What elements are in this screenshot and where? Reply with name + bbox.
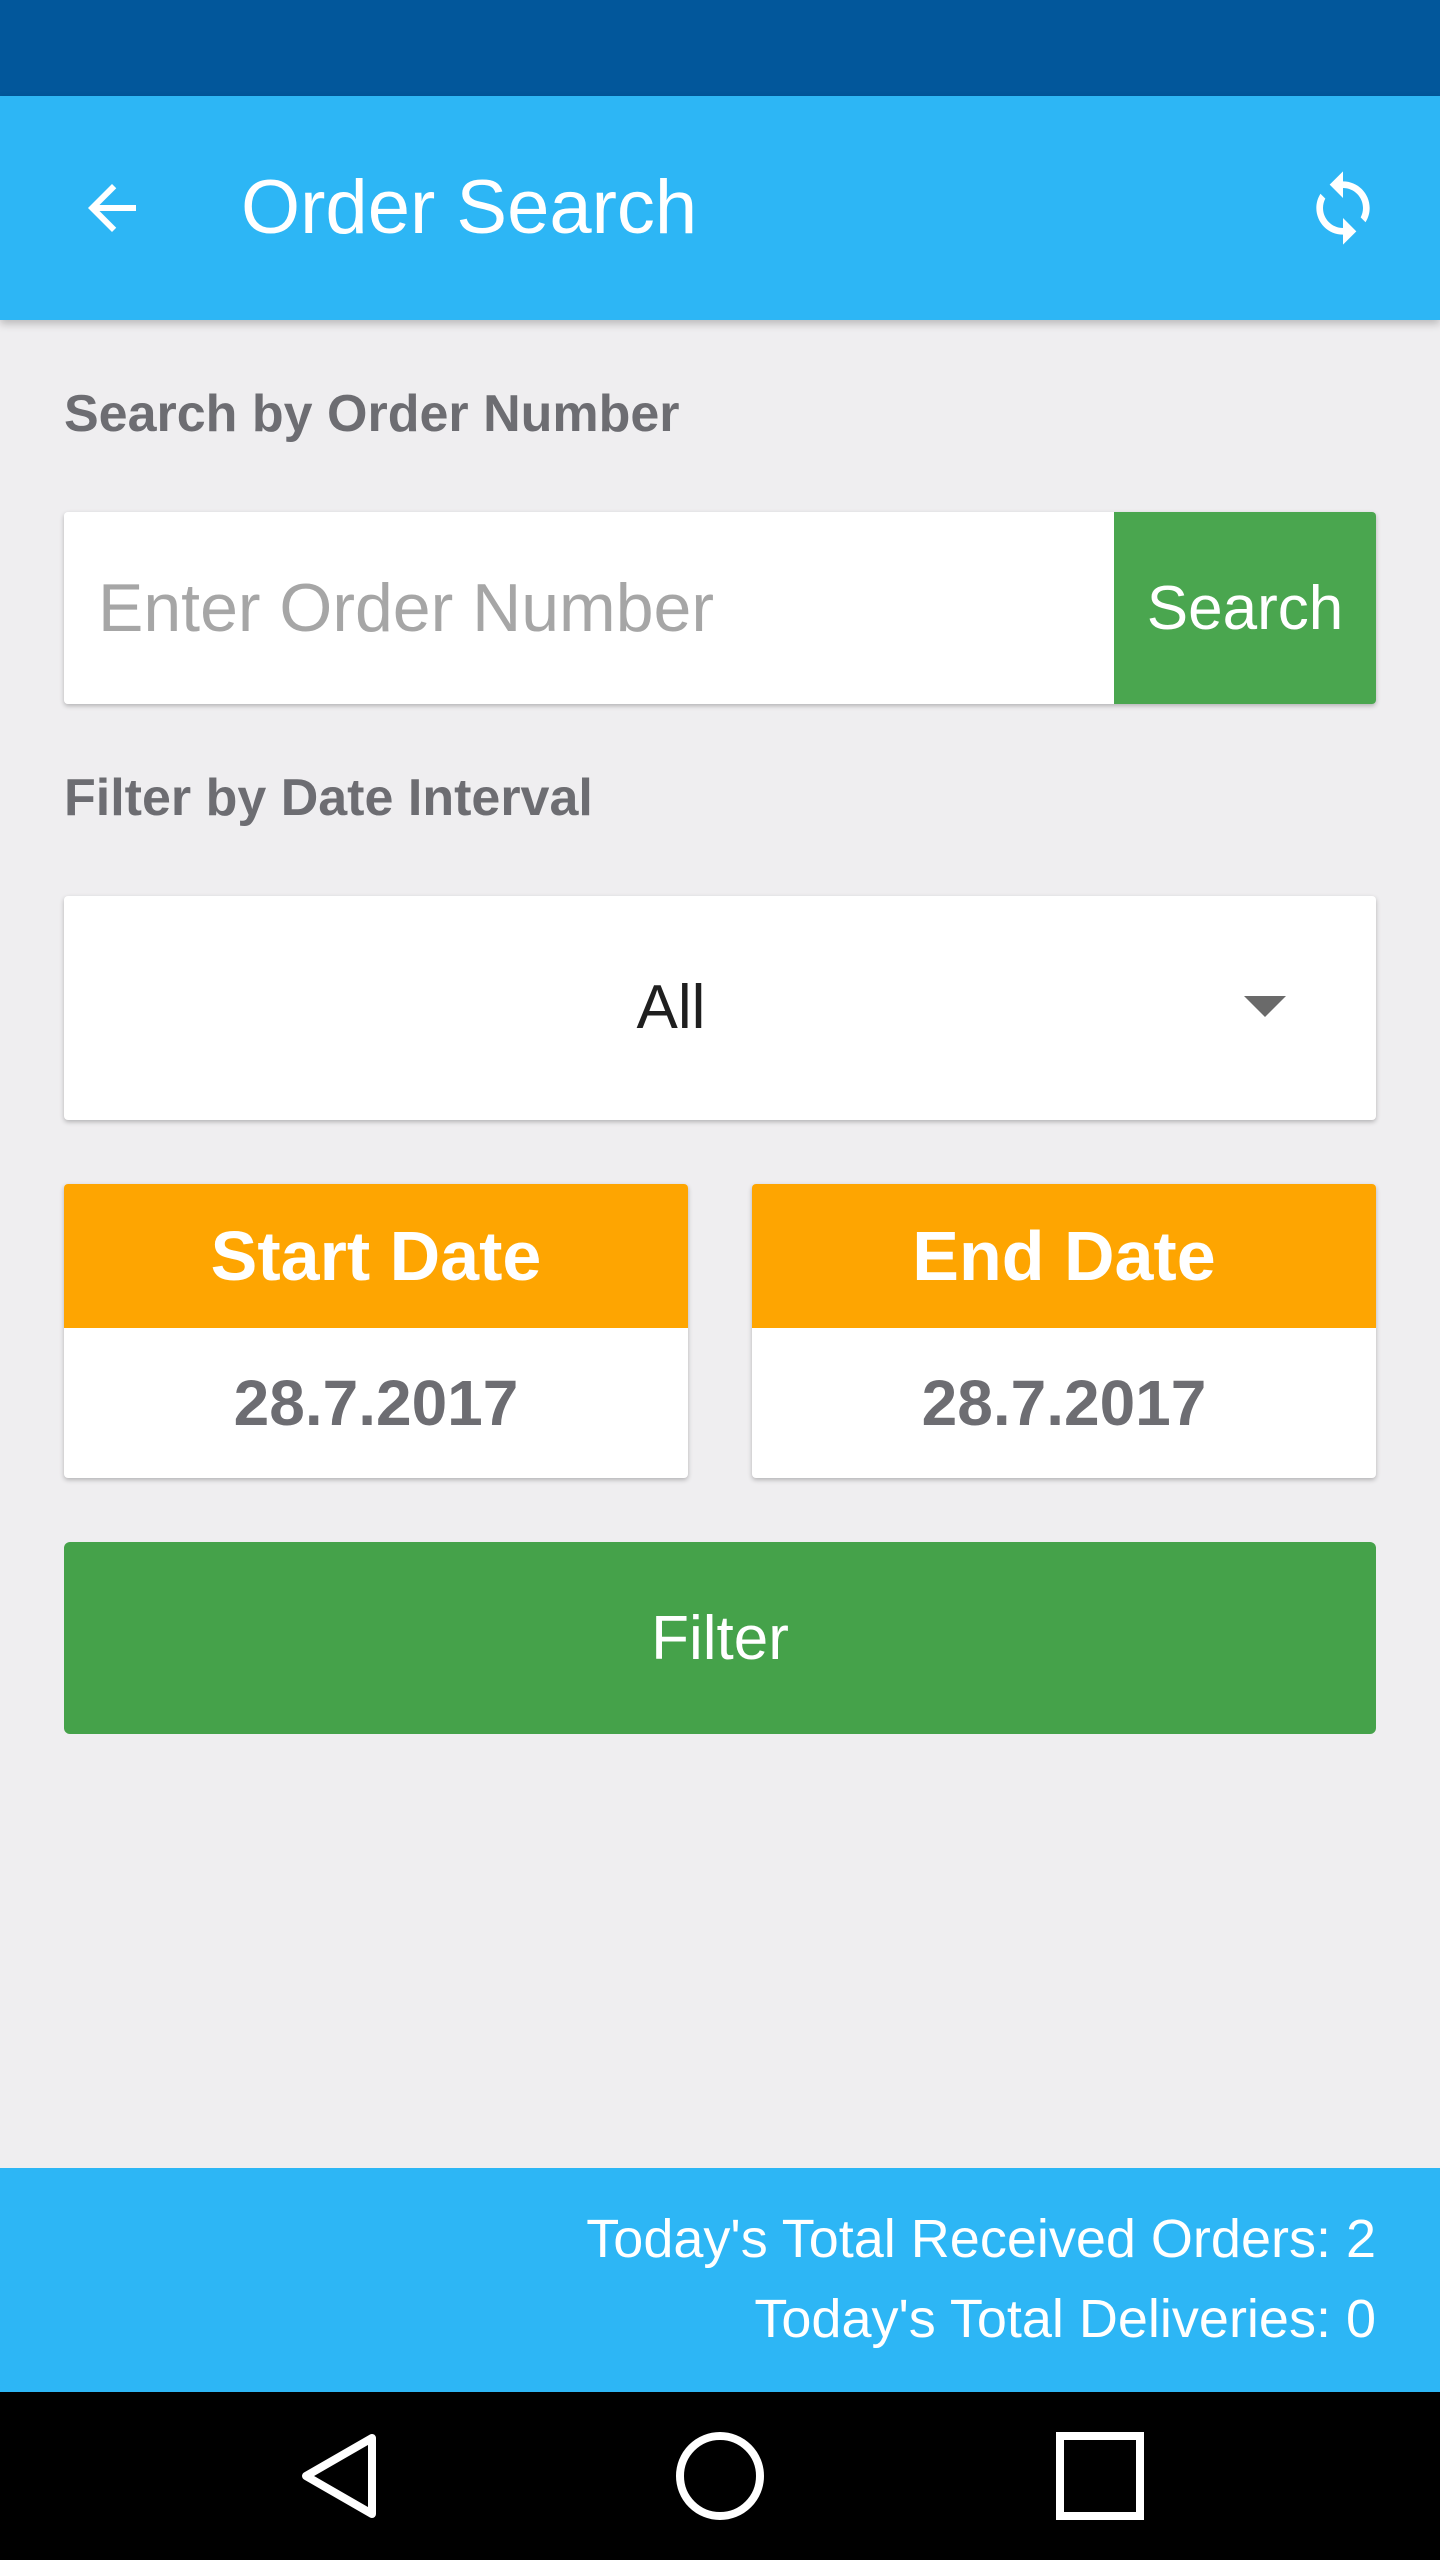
nav-back-button[interactable] <box>276 2412 404 2540</box>
app-bar: Order Search <box>0 96 1440 320</box>
order-search-screen: Order Search Search by Order Number Sear… <box>0 0 1440 2560</box>
page-title: Order Search <box>241 165 698 250</box>
arrow-left-icon <box>88 184 136 232</box>
nav-home-circle-icon <box>676 2432 764 2520</box>
end-date-value: 28.7.2017 <box>921 1367 1207 1439</box>
status-bar <box>0 0 1440 96</box>
date-interval-select[interactable]: All <box>64 896 1376 1120</box>
search-button[interactable]: Search <box>1114 512 1376 704</box>
system-nav-bar <box>0 2392 1440 2560</box>
daily-summary-footer: Today's Total Received Orders: 2 Today's… <box>0 2168 1440 2392</box>
start-date-label: Start Date <box>64 1184 688 1328</box>
date-interval-label: Filter by Date Interval <box>64 769 593 827</box>
back-button[interactable] <box>56 152 168 264</box>
date-interval-value: All <box>636 973 706 1042</box>
refresh-button[interactable] <box>1287 152 1399 264</box>
start-date-value: 28.7.2017 <box>233 1367 519 1439</box>
end-date-card[interactable]: End Date 28.7.2017 <box>752 1184 1376 1478</box>
nav-recents-button[interactable] <box>1036 2412 1164 2540</box>
refresh-icon <box>1316 171 1370 245</box>
dropdown-arrow-icon <box>1244 996 1286 1017</box>
filter-button[interactable]: Filter <box>64 1542 1376 1734</box>
start-date-card[interactable]: Start Date 28.7.2017 <box>64 1184 688 1478</box>
received-orders-count: Today's Total Received Orders: 2 <box>586 2209 1376 2269</box>
nav-back-triangle-icon <box>302 2434 376 2518</box>
nav-home-button[interactable] <box>656 2412 784 2540</box>
order-number-input[interactable] <box>64 512 1114 704</box>
deliveries-count: Today's Total Deliveries: 0 <box>754 2289 1376 2349</box>
end-date-label: End Date <box>752 1184 1376 1328</box>
order-search-label: Search by Order Number <box>64 385 680 443</box>
nav-recents-square-icon <box>1056 2432 1144 2520</box>
order-search-row: Search <box>64 512 1376 704</box>
